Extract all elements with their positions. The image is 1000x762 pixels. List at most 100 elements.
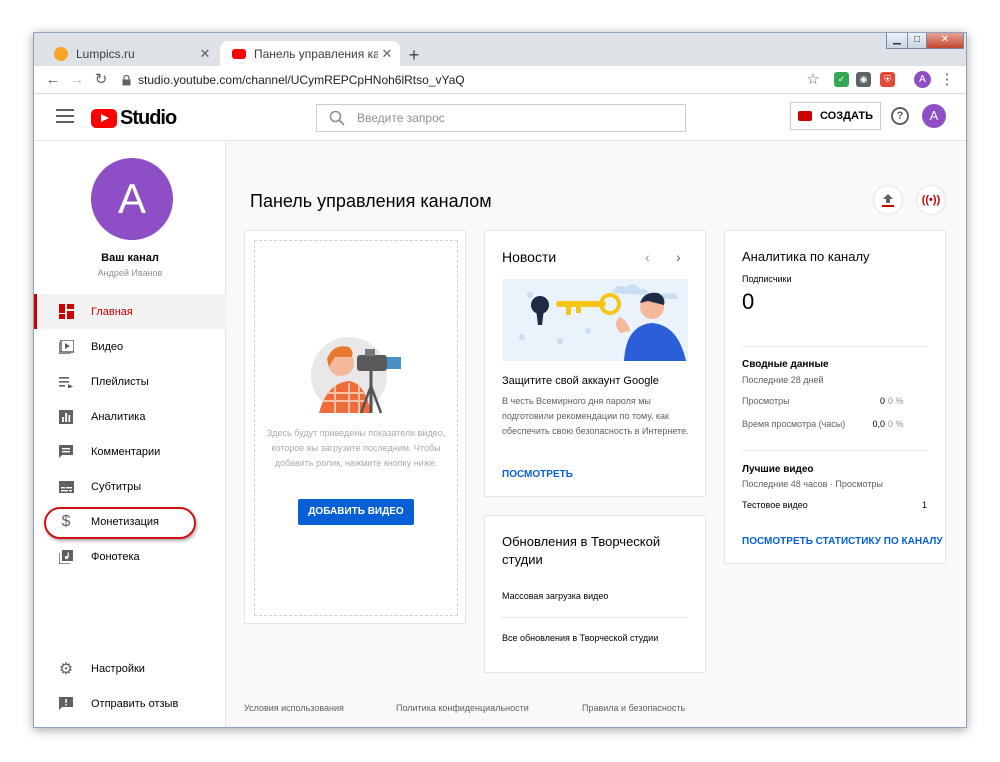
sidebar-item-label: Аналитика — [91, 410, 146, 423]
analytics-title: Аналитика по каналу — [742, 249, 870, 264]
maximize-icon[interactable]: □ — [907, 33, 927, 49]
logo-text: Studio — [120, 107, 177, 129]
divider — [502, 617, 688, 618]
back-icon[interactable]: ← — [42, 69, 64, 91]
news-view-link[interactable]: ПОСМОТРЕТЬ — [502, 469, 573, 480]
analytics-highlight-outline — [44, 507, 196, 539]
channel-owner: Андрей Иванов — [97, 268, 163, 278]
video-icon — [58, 339, 74, 355]
subscribers-label: Подписчики — [742, 274, 792, 284]
extension-shield-icon[interactable]: ⛨ — [880, 72, 895, 87]
upload-button[interactable] — [874, 186, 902, 214]
footer-privacy-link[interactable]: Политика конфиденциальности — [396, 703, 529, 713]
tab-title: Lumpics.ru — [76, 46, 135, 61]
top-video-title[interactable]: Тестовое видео — [742, 500, 808, 510]
extension-green-icon[interactable]: ✓ — [834, 72, 849, 87]
search-box — [316, 104, 686, 132]
reload-icon[interactable]: ↻ — [90, 69, 112, 91]
sidebar-item-label: Видео — [91, 340, 124, 353]
news-headline[interactable]: Защитите свой аккаунт Google — [502, 375, 692, 387]
create-button[interactable]: СОЗДАТЬ — [790, 102, 881, 130]
feedback-icon — [58, 696, 74, 712]
metric-value: 0 — [879, 396, 885, 406]
sidebar-item-analytics[interactable]: Аналитика — [34, 399, 226, 434]
bookmark-star-icon[interactable]: ☆ — [802, 69, 824, 91]
lumpics-favicon-icon — [54, 46, 68, 61]
tab-title: Панель управления каналом - Yo — [254, 46, 378, 61]
sidebar-item-label: Настройки — [91, 662, 145, 675]
studio-logo[interactable]: Studio — [91, 107, 177, 130]
news-title: Новости — [502, 249, 557, 265]
metric-delta: 0 % — [888, 419, 904, 429]
news-next-icon[interactable]: › — [676, 249, 681, 265]
password-security-illustration — [502, 279, 688, 361]
add-video-button[interactable]: ДОБАВИТЬ ВИДЕО — [298, 499, 414, 525]
sidebar-item-feedback[interactable]: Отправить отзыв — [34, 686, 226, 721]
divider — [742, 346, 928, 347]
page-title: Панель управления каналом — [250, 191, 492, 211]
close-window-icon[interactable]: ✕ — [926, 33, 964, 49]
updates-item[interactable]: Все обновления в Творческой студии — [502, 631, 662, 646]
news-card: Новости ‹ › Защитите свой аккаунт Google — [484, 230, 706, 497]
sidebar-item-audio-library[interactable]: Фонотека — [34, 539, 226, 574]
video-camera-plus-icon — [798, 111, 812, 121]
tab-close-icon[interactable]: ✕ — [196, 46, 214, 62]
tab-lumpics[interactable]: Lumpics.ru ✕ — [42, 41, 218, 66]
youtube-favicon-icon — [232, 48, 246, 59]
extension-camera-icon[interactable]: ◉ — [856, 72, 871, 87]
studio-header: Studio СОЗДАТЬ ? A — [34, 95, 966, 141]
studio-app: Studio СОЗДАТЬ ? A A Ваш канал Андрей Ив… — [34, 95, 966, 727]
footer-terms-link[interactable]: Условия использования — [244, 703, 344, 713]
new-tab-icon[interactable]: + — [404, 46, 424, 66]
footer-policy-link[interactable]: Правила и безопасность — [582, 703, 685, 713]
subscribers-value: 0 — [742, 289, 755, 314]
sidebar-item-label: Комментарии — [91, 445, 161, 458]
search-input[interactable] — [357, 105, 677, 131]
tab-strip: Lumpics.ru ✕ Панель управления каналом -… — [34, 33, 966, 66]
help-icon[interactable]: ? — [891, 107, 909, 125]
news-prev-icon[interactable]: ‹ — [645, 249, 650, 265]
sidebar-item-label: Плейлисты — [91, 375, 149, 388]
summary-title: Сводные данные — [742, 359, 829, 370]
view-channel-stats-link[interactable]: ПОСМОТРЕТЬ СТАТИСТИКУ ПО КАНАЛУ — [742, 536, 943, 547]
channel-analytics-card: Аналитика по каналу Подписчики 0 Сводные… — [724, 230, 946, 564]
music-library-icon — [58, 549, 74, 565]
studio-updates-card: Обновления в Творческой студии Массовая … — [484, 515, 706, 673]
minimize-icon[interactable]: ▁ — [886, 33, 908, 49]
top-videos-period: Последние 48 часов · Просмотры — [742, 479, 883, 489]
gear-icon: ⚙ — [58, 660, 74, 678]
address-bar[interactable]: studio.youtube.com/channel/UCymREPCpHNoh… — [138, 70, 838, 90]
updates-title: Обновления в Творческой студии — [502, 534, 661, 567]
sidebar-item-playlists[interactable]: Плейлисты — [34, 364, 226, 399]
channel-name[interactable]: Ваш канал — [34, 252, 226, 264]
browser-profile-avatar[interactable]: A — [914, 71, 931, 88]
lock-icon — [122, 75, 131, 86]
metric-label: Просмотры — [742, 396, 790, 406]
sidebar-item-settings[interactable]: ⚙ Настройки — [34, 651, 226, 686]
search-icon[interactable] — [329, 110, 345, 126]
sidebar-item-subtitles[interactable]: Субтитры — [34, 469, 226, 504]
browser-menu-icon[interactable]: ⋮ — [936, 69, 958, 91]
subtitles-icon — [58, 479, 74, 495]
sidebar-item-label: Фонотека — [91, 550, 140, 563]
sidebar: A Ваш канал Андрей Иванов Главная Видео … — [34, 141, 226, 727]
comments-icon — [58, 444, 74, 460]
sidebar-item-comments[interactable]: Комментарии — [34, 434, 226, 469]
sidebar-item-dashboard[interactable]: Главная — [34, 294, 226, 329]
live-broadcast-icon: ((•)) — [921, 194, 941, 206]
summary-period: Последние 28 дней — [742, 375, 824, 385]
sidebar-item-video[interactable]: Видео — [34, 329, 226, 364]
live-stream-button[interactable]: ((•)) — [917, 186, 945, 214]
updates-item[interactable]: Массовая загрузка видео — [502, 591, 608, 601]
forward-icon[interactable]: → — [66, 69, 88, 91]
upload-video-card: Здесь будут приведены показатели видео, … — [244, 230, 466, 624]
tab-close-icon[interactable]: ✕ — [378, 46, 396, 62]
hamburger-menu-icon[interactable] — [56, 109, 74, 123]
channel-avatar[interactable]: A — [91, 158, 173, 240]
playlist-icon — [58, 374, 74, 390]
metric-value: 0,0 — [872, 419, 885, 429]
tab-youtube-studio[interactable]: Панель управления каналом - Yo ✕ — [220, 41, 400, 66]
metric-delta: 0 % — [888, 396, 904, 406]
browser-window: Lumpics.ru ✕ Панель управления каналом -… — [33, 32, 967, 728]
account-avatar[interactable]: A — [922, 104, 946, 128]
